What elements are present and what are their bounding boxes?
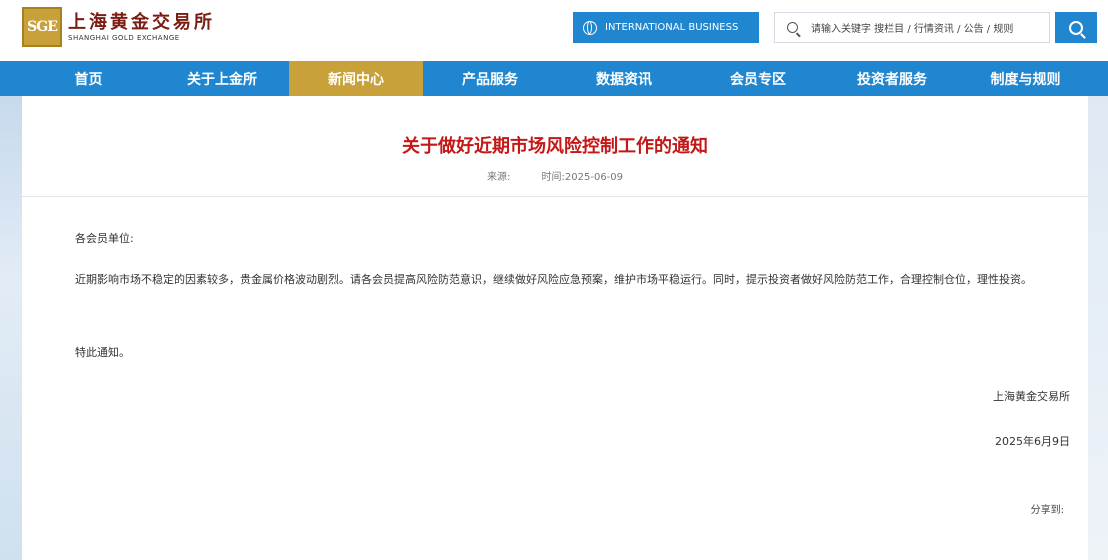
- globe-icon: [583, 20, 597, 35]
- article-closing: 特此通知。: [75, 346, 130, 359]
- article-title: 关于做好近期市场风险控制工作的通知: [402, 136, 708, 157]
- search-icon: [787, 22, 798, 33]
- article-body: 近期影响市场不稳定的因素较多，贵金属价格波动剧烈。请各会员提高风险防范意识，继续…: [75, 273, 1032, 286]
- article-panel: 关于做好近期市场风险控制工作的通知 来源: 时间:2025-06-09 各会员单…: [22, 96, 1088, 560]
- article-sign-date: 2025年6月9日: [995, 435, 1070, 448]
- article-signer: 上海黄金交易所: [993, 390, 1070, 403]
- article-source: 来源:: [486, 172, 511, 183]
- international-business-label: INTERNATIONAL BUSINESS: [605, 22, 739, 33]
- nav-item-rules[interactable]: 制度与规则: [959, 61, 1092, 96]
- nav-item-investor-services[interactable]: 投资者服务: [825, 61, 959, 96]
- logo-chinese-name: 上海黄金交易所: [68, 11, 215, 33]
- international-business-button[interactable]: INTERNATIONAL BUSINESS: [573, 12, 759, 43]
- background-decoration-left: [0, 96, 22, 560]
- site-logo[interactable]: SGE 上海黄金交易所 SHANGHAI GOLD EXCHANGE: [22, 7, 215, 47]
- article-salutation: 各会员单位:: [75, 232, 134, 245]
- search-input[interactable]: 请输入关键字 搜栏目 / 行情资讯 / 公告 / 规则: [774, 12, 1050, 43]
- article-time: 时间:2025-06-09: [541, 172, 624, 183]
- nav-item-home[interactable]: 首页: [22, 61, 155, 96]
- background-decoration-right: [1088, 96, 1108, 560]
- title-divider: [22, 196, 1088, 197]
- search-icon: [1069, 20, 1083, 35]
- nav-item-news-center[interactable]: 新闻中心: [289, 61, 423, 96]
- logo-text: 上海黄金交易所 SHANGHAI GOLD EXCHANGE: [68, 12, 215, 43]
- search-placeholder: 请输入关键字 搜栏目 / 行情资讯 / 公告 / 规则: [811, 24, 1014, 35]
- main-nav: 首页 关于上金所 新闻中心 产品服务 数据资讯 会员专区 投资者服务 制度与规则: [0, 61, 1108, 96]
- article-meta: 来源: 时间:2025-06-09: [22, 168, 1088, 183]
- nav-item-about[interactable]: 关于上金所: [155, 61, 289, 96]
- nav-item-products[interactable]: 产品服务: [423, 61, 557, 96]
- sge-logo-mark: SGE: [22, 7, 62, 47]
- nav-item-members[interactable]: 会员专区: [691, 61, 825, 96]
- nav-item-data[interactable]: 数据资讯: [557, 61, 691, 96]
- top-header: SGE 上海黄金交易所 SHANGHAI GOLD EXCHANGE INTER…: [0, 0, 1108, 61]
- logo-english-name: SHANGHAI GOLD EXCHANGE: [68, 33, 180, 42]
- share-label[interactable]: 分享到:: [1031, 500, 1064, 522]
- search-button[interactable]: [1055, 12, 1097, 43]
